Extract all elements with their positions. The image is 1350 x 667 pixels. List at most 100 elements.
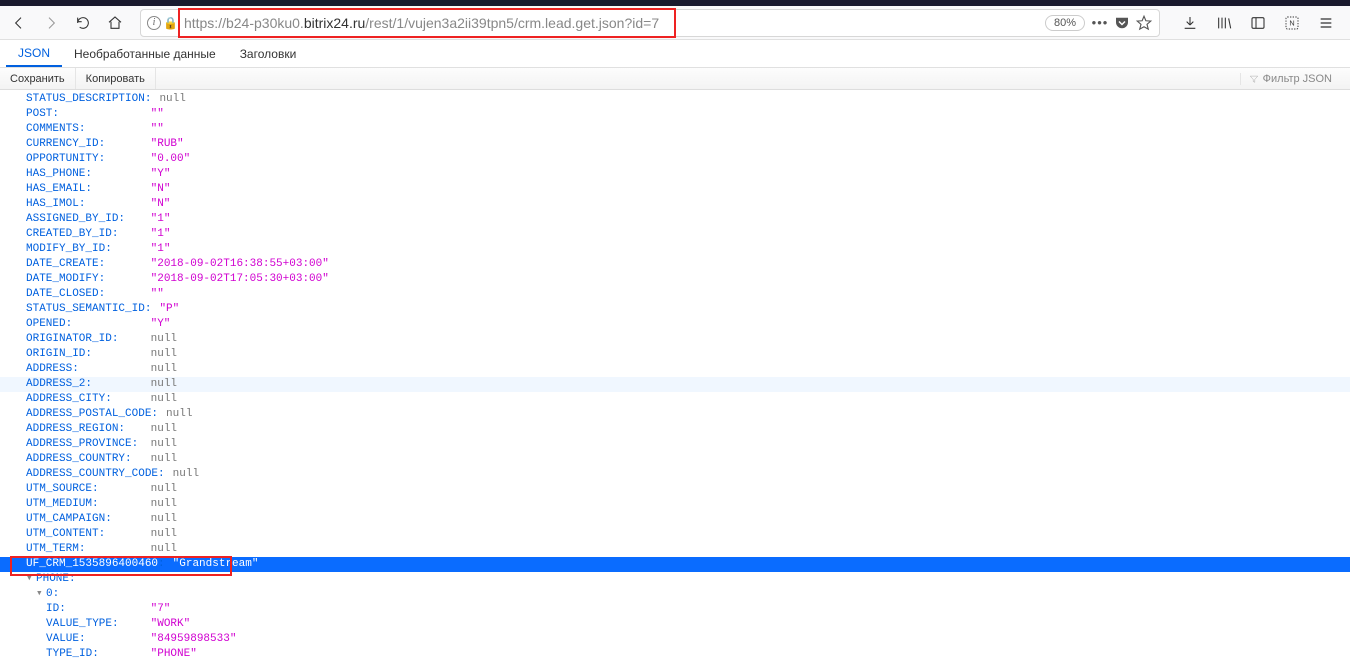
more-icon[interactable]: •••: [1091, 14, 1109, 32]
json-row-ASSIGNED_BY_ID[interactable]: ASSIGNED_BY_ID:"1": [0, 212, 1350, 227]
filter-placeholder: Фильтр JSON: [1263, 73, 1332, 85]
json-row-OPPORTUNITY[interactable]: OPPORTUNITY:"0.00": [0, 152, 1350, 167]
json-value: null: [151, 362, 177, 377]
json-key: ADDRESS_REGION: [26, 422, 118, 437]
bookmark-star-icon[interactable]: [1135, 14, 1153, 32]
json-value: "0.00": [151, 152, 191, 167]
action-save[interactable]: Сохранить: [0, 68, 76, 89]
json-row-ORIGIN_ID[interactable]: ORIGIN_ID:null: [0, 347, 1350, 362]
json-row-UTM_TERM[interactable]: UTM_TERM:null: [0, 542, 1350, 557]
json-key: COMMENTS: [26, 122, 79, 137]
json-key: DATE_MODIFY: [26, 272, 99, 287]
json-row-ADDRESS[interactable]: ADDRESS:null: [0, 362, 1350, 377]
json-key: ORIGINATOR_ID: [26, 332, 112, 347]
json-row-STATUS_SEMANTIC_ID[interactable]: STATUS_SEMANTIC_ID:"P": [0, 302, 1350, 317]
json-key: ADDRESS_2: [26, 377, 85, 392]
json-row-ADDRESS_COUNTRY_CODE[interactable]: ADDRESS_COUNTRY_CODE:null: [0, 467, 1350, 482]
json-row-ADDRESS_CITY[interactable]: ADDRESS_CITY:null: [0, 392, 1350, 407]
sidebar-icon[interactable]: [1244, 9, 1272, 37]
json-row-0[interactable]: ▾0:: [0, 587, 1350, 602]
json-row-DATE_MODIFY[interactable]: DATE_MODIFY:"2018-09-02T17:05:30+03:00": [0, 272, 1350, 287]
json-value: "2018-09-02T16:38:55+03:00": [151, 257, 329, 272]
forward-button[interactable]: [36, 8, 66, 38]
json-key: ASSIGNED_BY_ID: [26, 212, 118, 227]
json-key: UTM_MEDIUM: [26, 497, 92, 512]
json-row-COMMENTS[interactable]: COMMENTS:"": [0, 122, 1350, 137]
tab-raw-data[interactable]: Необработанные данные: [62, 40, 228, 67]
json-key: ORIGIN_ID: [26, 347, 85, 362]
json-value: "84959898533": [151, 632, 237, 647]
url-bar-wrap: i 🔒 https://b24-p30ku0.bitrix24.ru/rest/…: [140, 9, 1160, 37]
json-row-ADDRESS_REGION[interactable]: ADDRESS_REGION:null: [0, 422, 1350, 437]
json-row-HAS_IMOL[interactable]: HAS_IMOL:"N": [0, 197, 1350, 212]
json-row-DATE_CLOSED[interactable]: DATE_CLOSED:"": [0, 287, 1350, 302]
action-copy[interactable]: Копировать: [76, 68, 156, 89]
tab-json[interactable]: JSON: [6, 40, 62, 67]
json-row-UTM_MEDIUM[interactable]: UTM_MEDIUM:null: [0, 497, 1350, 512]
json-key: DATE_CREATE: [26, 257, 99, 272]
json-row-VALUE_TYPE[interactable]: VALUE_TYPE:"WORK": [0, 617, 1350, 632]
json-row-ADDRESS_POSTAL_CODE[interactable]: ADDRESS_POSTAL_CODE:null: [0, 407, 1350, 422]
json-key: UTM_TERM: [26, 542, 79, 557]
reload-button[interactable]: [68, 8, 98, 38]
url-prefix: https://b24-p30ku0.: [184, 15, 304, 31]
json-value: null: [151, 452, 177, 467]
downloads-icon[interactable]: [1176, 9, 1204, 37]
json-row-UF_CRM_1535896400460[interactable]: UF_CRM_1535896400460:"Grandstream": [0, 557, 1350, 572]
json-row-HAS_EMAIL[interactable]: HAS_EMAIL:"N": [0, 182, 1350, 197]
json-row-VALUE[interactable]: VALUE:"84959898533": [0, 632, 1350, 647]
collapse-arrow-icon[interactable]: ▾: [26, 572, 36, 587]
json-value: "PHONE": [151, 647, 197, 662]
json-tree[interactable]: STATUS_DESCRIPTION:nullPOST:""COMMENTS:"…: [0, 90, 1350, 662]
json-key: ADDRESS_POSTAL_CODE: [26, 407, 151, 422]
json-key: ADDRESS_COUNTRY_CODE: [26, 467, 158, 482]
json-value: "Y": [151, 167, 171, 182]
json-value: null: [151, 512, 177, 527]
json-row-ADDRESS_COUNTRY[interactable]: ADDRESS_COUNTRY:null: [0, 452, 1350, 467]
collapse-arrow-icon[interactable]: ▾: [36, 587, 46, 602]
json-row-STATUS_DESCRIPTION[interactable]: STATUS_DESCRIPTION:null: [0, 92, 1350, 107]
json-row-ID[interactable]: ID:"7": [0, 602, 1350, 617]
zoom-badge[interactable]: 80%: [1045, 15, 1085, 31]
extension-icon[interactable]: N: [1278, 9, 1306, 37]
library-icon[interactable]: [1210, 9, 1238, 37]
json-row-CURRENCY_ID[interactable]: CURRENCY_ID:"RUB": [0, 137, 1350, 152]
json-value: "N": [151, 197, 171, 212]
json-row-CREATED_BY_ID[interactable]: CREATED_BY_ID:"1": [0, 227, 1350, 242]
filter-json-input[interactable]: Фильтр JSON: [1240, 73, 1350, 85]
json-value: null: [173, 467, 199, 482]
pocket-icon[interactable]: [1113, 14, 1131, 32]
json-value: null: [151, 527, 177, 542]
json-row-POST[interactable]: POST:"": [0, 107, 1350, 122]
json-row-UTM_CAMPAIGN[interactable]: UTM_CAMPAIGN:null: [0, 512, 1350, 527]
json-row-ADDRESS_2[interactable]: ADDRESS_2:null: [0, 377, 1350, 392]
json-key: VALUE_TYPE: [46, 617, 112, 632]
json-row-TYPE_ID[interactable]: TYPE_ID:"PHONE": [0, 647, 1350, 662]
json-value: null: [151, 347, 177, 362]
json-row-ORIGINATOR_ID[interactable]: ORIGINATOR_ID:null: [0, 332, 1350, 347]
info-icon[interactable]: i: [147, 16, 161, 30]
json-value: "Y": [151, 317, 171, 332]
json-key: CURRENCY_ID: [26, 137, 99, 152]
json-row-MODIFY_BY_ID[interactable]: MODIFY_BY_ID:"1": [0, 242, 1350, 257]
back-button[interactable]: [4, 8, 34, 38]
browser-toolbar: i 🔒 https://b24-p30ku0.bitrix24.ru/rest/…: [0, 6, 1350, 40]
json-value: null: [151, 392, 177, 407]
json-value: null: [159, 92, 185, 107]
json-row-UTM_CONTENT[interactable]: UTM_CONTENT:null: [0, 527, 1350, 542]
json-row-DATE_CREATE[interactable]: DATE_CREATE:"2018-09-02T16:38:55+03:00": [0, 257, 1350, 272]
json-row-PHONE[interactable]: ▾PHONE:: [0, 572, 1350, 587]
json-row-HAS_PHONE[interactable]: HAS_PHONE:"Y": [0, 167, 1350, 182]
tab-headers[interactable]: Заголовки: [228, 40, 309, 67]
json-key: ADDRESS_CITY: [26, 392, 105, 407]
json-row-UTM_SOURCE[interactable]: UTM_SOURCE:null: [0, 482, 1350, 497]
home-button[interactable]: [100, 8, 130, 38]
json-key: PHONE: [36, 572, 69, 587]
url-bar[interactable]: i 🔒 https://b24-p30ku0.bitrix24.ru/rest/…: [140, 9, 1160, 37]
menu-icon[interactable]: [1312, 9, 1340, 37]
json-row-OPENED[interactable]: OPENED:"Y": [0, 317, 1350, 332]
url-host: bitrix24.ru: [304, 15, 365, 31]
json-key: MODIFY_BY_ID: [26, 242, 105, 257]
toolbar-right-cluster: N: [1170, 9, 1346, 37]
json-row-ADDRESS_PROVINCE[interactable]: ADDRESS_PROVINCE:null: [0, 437, 1350, 452]
